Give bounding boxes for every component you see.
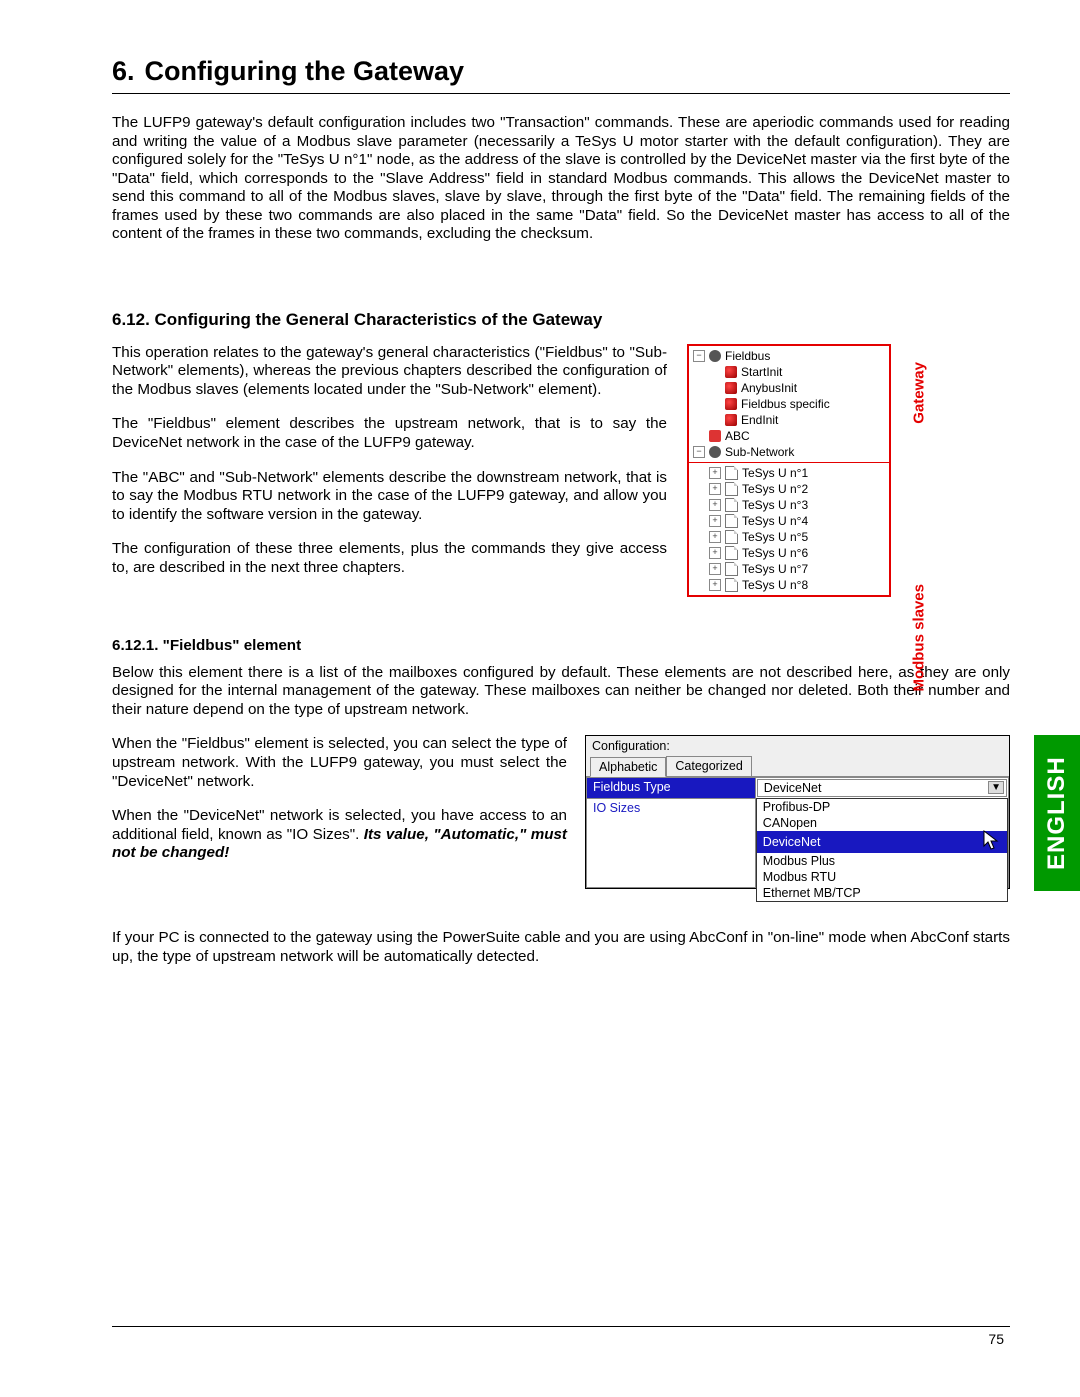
para-1: This operation relates to the gateway's … [112, 344, 667, 400]
section-body-row: This operation relates to the gateway's … [112, 344, 1010, 597]
dropdown-option-modbus-plus[interactable]: Modbus Plus [757, 853, 1007, 869]
tree-slave-2: TeSys U n°2 [742, 482, 808, 496]
slave-icon [725, 578, 738, 592]
tab-categorized[interactable]: Categorized [666, 756, 751, 776]
mailbox-icon [725, 398, 737, 410]
row-io-sizes-key[interactable]: IO Sizes [587, 799, 756, 888]
tree-slave-1: TeSys U n°1 [742, 466, 808, 480]
para-8: If your PC is connected to the gateway u… [112, 929, 1010, 966]
slave-icon [725, 530, 738, 544]
fieldbus-text-column: When the "Fieldbus" element is selected,… [112, 735, 567, 878]
intro-paragraph: The LUFP9 gateway's default configuratio… [112, 114, 1010, 244]
slave-icon [725, 562, 738, 576]
chapter-heading-row: 6. Configuring the Gateway [112, 56, 1010, 87]
heading-rule [112, 93, 1010, 94]
tree-endinit: EndInit [741, 413, 778, 427]
page-number: 75 [988, 1331, 1004, 1347]
para-5: Below this element there is a list of th… [112, 664, 1010, 720]
mailbox-icon [725, 382, 737, 394]
tree-section-gateway: −Fieldbus StartInit AnybusInit Fieldbus … [689, 346, 889, 462]
slave-icon [725, 482, 738, 496]
tree-abc: ABC [725, 429, 750, 443]
row-fieldbus-type-value-cell: DeviceNet Profibus-DP CANopen DeviceNet [755, 778, 1008, 799]
tree-section-slaves: +TeSys U n°1 +TeSys U n°2 +TeSys U n°3 +… [689, 463, 889, 595]
configuration-table: Fieldbus Type DeviceNet Profibus-DP CANo… [586, 777, 1009, 888]
language-tab: ENGLISH [1034, 735, 1080, 891]
tree-anybusinit: AnybusInit [741, 381, 797, 395]
slave-icon [725, 498, 738, 512]
dropdown-option-profibus[interactable]: Profibus-DP [757, 799, 1007, 815]
content-area: 6. Configuring the Gateway The LUFP9 gat… [112, 56, 1010, 983]
tree-figure-wrap: −Fieldbus StartInit AnybusInit Fieldbus … [687, 344, 891, 597]
fieldbus-type-dropdown[interactable]: DeviceNet [757, 779, 1007, 797]
tree-slave-5: TeSys U n°5 [742, 530, 808, 544]
fieldbus-icon [709, 350, 721, 362]
tree-label-gateway: Gateway [911, 362, 928, 424]
abc-icon [709, 430, 721, 442]
tree-startinit: StartInit [741, 365, 782, 379]
section-heading: 6.12. Configuring the General Characteri… [112, 310, 1010, 330]
tree-slave-4: TeSys U n°4 [742, 514, 808, 528]
tree-fieldbus-specific: Fieldbus specific [741, 397, 830, 411]
para-2: The "Fieldbus" element describes the ups… [112, 415, 667, 452]
dropdown-option-devicenet-label: DeviceNet [763, 835, 821, 849]
row-fieldbus-type-key[interactable]: Fieldbus Type [587, 778, 756, 799]
chapter-number: 6. [112, 56, 135, 87]
tree-root: Fieldbus [725, 349, 770, 363]
para-6: When the "Fieldbus" element is selected,… [112, 735, 567, 791]
subnetwork-icon [709, 446, 721, 458]
tab-alphabetic[interactable]: Alphabetic [590, 757, 666, 777]
subsection-heading: 6.12.1. "Fieldbus" element [112, 637, 1010, 654]
para-4: The configuration of these three element… [112, 540, 667, 577]
para-3: The "ABC" and "Sub-Network" elements des… [112, 469, 667, 525]
footer-rule [112, 1326, 1010, 1327]
tree-slave-3: TeSys U n°3 [742, 498, 808, 512]
configuration-label: Configuration: [586, 736, 1009, 754]
mailbox-icon [725, 414, 737, 426]
section-text-column: This operation relates to the gateway's … [112, 344, 667, 593]
tree-slave-7: TeSys U n°7 [742, 562, 808, 576]
dropdown-option-modbus-rtu[interactable]: Modbus RTU [757, 869, 1007, 885]
slave-icon [725, 546, 738, 560]
dropdown-option-ethernet-mbtcp[interactable]: Ethernet MB/TCP [757, 885, 1007, 901]
slave-icon [725, 514, 738, 528]
tree-subnetwork: Sub-Network [725, 445, 794, 459]
tree-slave-8: TeSys U n°8 [742, 578, 808, 592]
dropdown-option-canopen[interactable]: CANopen [757, 815, 1007, 831]
fieldbus-row: When the "Fieldbus" element is selected,… [112, 735, 1010, 889]
page: 6. Configuring the Gateway The LUFP9 gat… [0, 0, 1080, 1397]
fieldbus-type-dropdown-list: Profibus-DP CANopen DeviceNet Modbus Plu… [756, 798, 1008, 902]
configuration-tabs: Alphabetic Categorized [586, 754, 1009, 777]
tree-figure: −Fieldbus StartInit AnybusInit Fieldbus … [687, 344, 891, 597]
tree-slave-6: TeSys U n°6 [742, 546, 808, 560]
tree-label-modbus-slaves: Modbus slaves [911, 584, 928, 692]
para-7: When the "DeviceNet" network is selected… [112, 807, 567, 863]
slave-icon [725, 466, 738, 480]
dropdown-option-devicenet[interactable]: DeviceNet [757, 831, 1007, 853]
configuration-panel: Configuration: Alphabetic Categorized Fi… [585, 735, 1010, 889]
cursor-icon [987, 832, 1001, 852]
mailbox-icon [725, 366, 737, 378]
chapter-title: Configuring the Gateway [145, 56, 465, 87]
